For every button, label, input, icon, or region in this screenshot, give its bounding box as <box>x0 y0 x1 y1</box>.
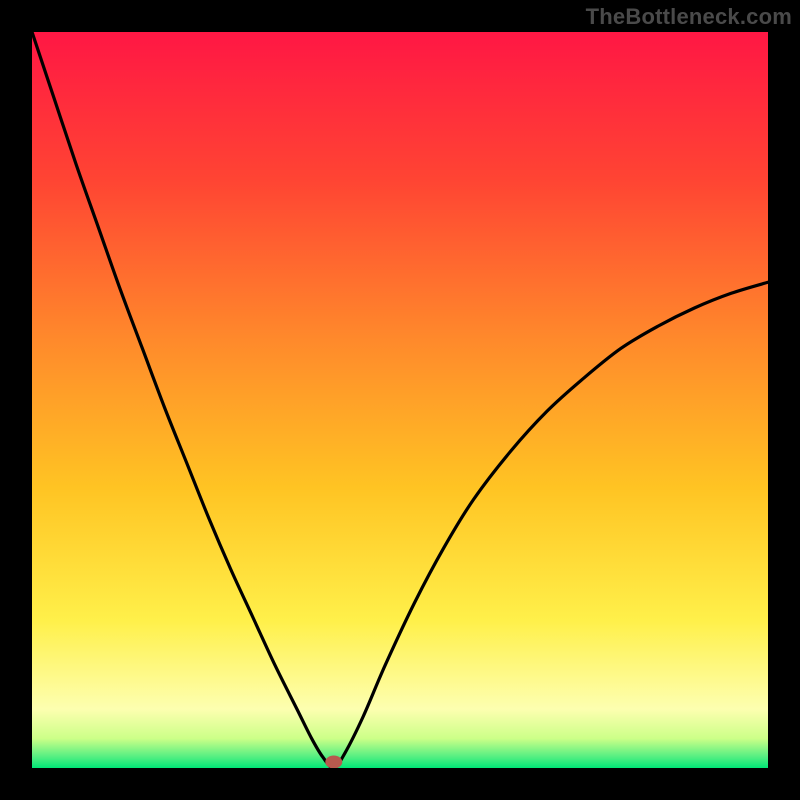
chart-frame: TheBottleneck.com <box>0 0 800 800</box>
gradient-background <box>32 32 768 768</box>
watermark-text: TheBottleneck.com <box>586 4 792 30</box>
optimal-point-marker <box>326 756 342 768</box>
chart-svg <box>32 32 768 768</box>
plot-area <box>32 32 768 768</box>
